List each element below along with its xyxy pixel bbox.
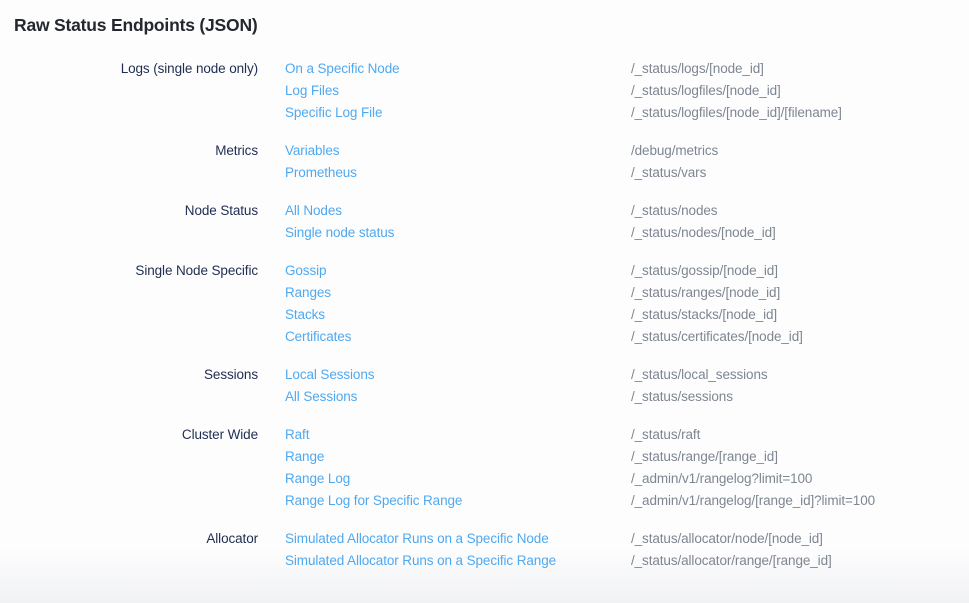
endpoint-link[interactable]: All Sessions — [285, 386, 357, 408]
endpoint-group: Allocator Simulated Allocator Runs on a … — [14, 528, 955, 572]
endpoint-category-label: Cluster Wide — [14, 424, 258, 512]
endpoint-path: /_status/logs/[node_id] — [631, 58, 955, 80]
endpoint-path: /_status/raft — [631, 424, 955, 446]
endpoint-link[interactable]: Certificates — [285, 326, 351, 348]
endpoint-links-column: All NodesSingle node status — [258, 200, 631, 244]
endpoint-group: Metrics VariablesPrometheus /debug/metri… — [14, 140, 955, 184]
endpoint-link[interactable]: Range Log for Specific Range — [285, 490, 462, 512]
endpoint-path: /_status/sessions — [631, 386, 955, 408]
endpoint-link[interactable]: Gossip — [285, 260, 326, 282]
endpoint-group: Single Node Specific GossipRangesStacksC… — [14, 260, 955, 348]
endpoint-link[interactable]: Ranges — [285, 282, 331, 304]
debug-page: Raw Status Endpoints (JSON) Logs (single… — [0, 0, 969, 572]
endpoint-link[interactable]: Local Sessions — [285, 364, 374, 386]
endpoint-path: /_status/local_sessions — [631, 364, 955, 386]
endpoint-link[interactable]: All Nodes — [285, 200, 342, 222]
endpoint-links-column: Simulated Allocator Runs on a Specific N… — [258, 528, 631, 572]
endpoint-link[interactable]: Range Log — [285, 468, 350, 490]
endpoint-links-column: GossipRangesStacksCertificates — [258, 260, 631, 348]
endpoint-link[interactable]: Specific Log File — [285, 102, 382, 124]
endpoint-paths-column: /_status/raft/_status/range/[range_id]/_… — [631, 424, 955, 512]
endpoint-path: /_status/gossip/[node_id] — [631, 260, 955, 282]
endpoint-link[interactable]: Prometheus — [285, 162, 357, 184]
endpoint-category-label: Allocator — [14, 528, 258, 572]
endpoint-link[interactable]: Raft — [285, 424, 309, 446]
endpoint-paths-column: /debug/metrics/_status/vars — [631, 140, 955, 184]
endpoint-path: /_admin/v1/rangelog?limit=100 — [631, 468, 955, 490]
page-title: Raw Status Endpoints (JSON) — [14, 13, 955, 37]
endpoint-group: Logs (single node only) On a Specific No… — [14, 58, 955, 124]
endpoints-table: Logs (single node only) On a Specific No… — [14, 58, 955, 572]
endpoint-paths-column: /_status/logs/[node_id]/_status/logfiles… — [631, 58, 955, 124]
endpoint-path: /_status/stacks/[node_id] — [631, 304, 955, 326]
endpoint-paths-column: /_status/local_sessions/_status/sessions — [631, 364, 955, 408]
endpoint-path: /_admin/v1/rangelog/[range_id]?limit=100 — [631, 490, 955, 512]
endpoint-path: /_status/nodes — [631, 200, 955, 222]
endpoint-path: /_status/logfiles/[node_id] — [631, 80, 955, 102]
endpoint-path: /_status/range/[range_id] — [631, 446, 955, 468]
endpoint-links-column: VariablesPrometheus — [258, 140, 631, 184]
endpoint-link[interactable]: Stacks — [285, 304, 325, 326]
endpoint-group: Node Status All NodesSingle node status … — [14, 200, 955, 244]
endpoint-links-column: RaftRangeRange LogRange Log for Specific… — [258, 424, 631, 512]
endpoint-category-label: Sessions — [14, 364, 258, 408]
endpoint-paths-column: /_status/gossip/[node_id]/_status/ranges… — [631, 260, 955, 348]
endpoint-group: Cluster Wide RaftRangeRange LogRange Log… — [14, 424, 955, 512]
endpoint-path: /_status/certificates/[node_id] — [631, 326, 955, 348]
endpoint-path: /debug/metrics — [631, 140, 955, 162]
endpoint-link[interactable]: Variables — [285, 140, 339, 162]
endpoint-link[interactable]: Log Files — [285, 80, 339, 102]
endpoint-path: /_status/allocator/node/[node_id] — [631, 528, 955, 550]
endpoint-link[interactable]: Range — [285, 446, 324, 468]
endpoint-path: /_status/ranges/[node_id] — [631, 282, 955, 304]
endpoint-link[interactable]: Simulated Allocator Runs on a Specific N… — [285, 528, 549, 550]
endpoint-links-column: Local SessionsAll Sessions — [258, 364, 631, 408]
endpoint-group: Sessions Local SessionsAll Sessions /_st… — [14, 364, 955, 408]
endpoint-link[interactable]: On a Specific Node — [285, 58, 400, 80]
endpoint-category-label: Node Status — [14, 200, 258, 244]
endpoint-link[interactable]: Single node status — [285, 222, 394, 244]
endpoint-path: /_status/vars — [631, 162, 955, 184]
endpoint-paths-column: /_status/nodes/_status/nodes/[node_id] — [631, 200, 955, 244]
endpoint-category-label: Single Node Specific — [14, 260, 258, 348]
endpoint-link[interactable]: Simulated Allocator Runs on a Specific R… — [285, 550, 556, 572]
endpoint-path: /_status/allocator/range/[range_id] — [631, 550, 955, 572]
endpoint-category-label: Logs (single node only) — [14, 58, 258, 124]
endpoint-path: /_status/logfiles/[node_id]/[filename] — [631, 102, 955, 124]
endpoint-path: /_status/nodes/[node_id] — [631, 222, 955, 244]
endpoint-category-label: Metrics — [14, 140, 258, 184]
endpoint-paths-column: /_status/allocator/node/[node_id]/_statu… — [631, 528, 955, 572]
endpoint-links-column: On a Specific NodeLog FilesSpecific Log … — [258, 58, 631, 124]
